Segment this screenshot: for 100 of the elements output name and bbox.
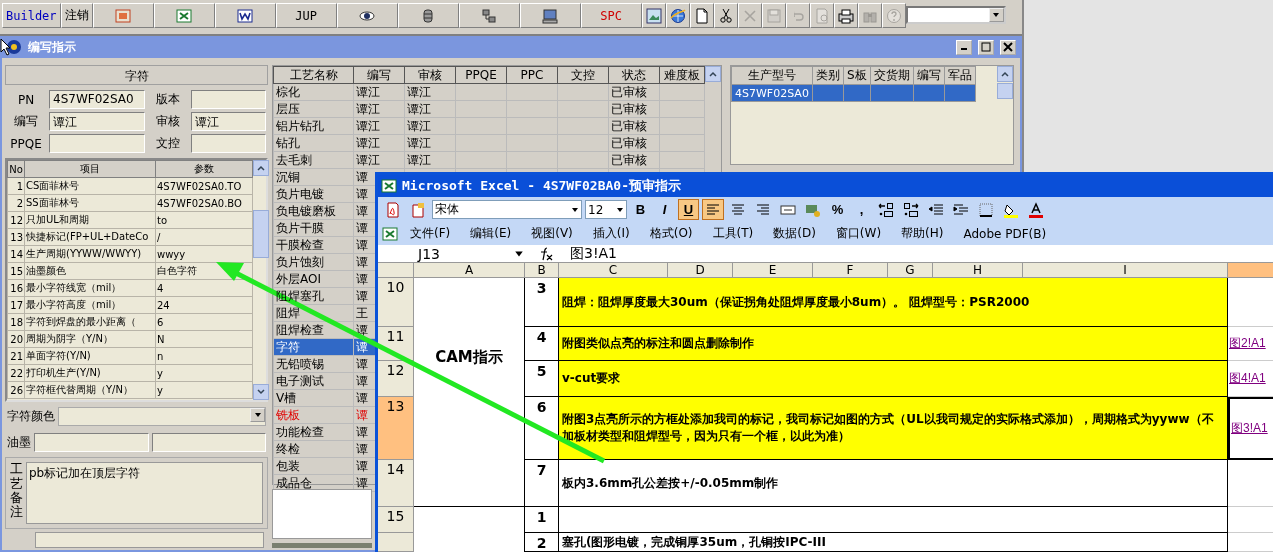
toolbar-dropdown[interactable] — [905, 6, 1006, 24]
toolbar-button[interactable]: JUP — [275, 3, 337, 28]
column-header[interactable]: PPQE — [455, 66, 507, 84]
column-header[interactable]: 编写 — [913, 66, 944, 85]
column-header[interactable]: No — [7, 160, 25, 178]
menu-item[interactable]: 格式(O) — [641, 225, 701, 242]
table-cell[interactable]: 负电镀磨板 — [273, 202, 354, 220]
menu-item[interactable]: 帮助(H) — [893, 225, 952, 242]
column-header[interactable]: B — [525, 263, 559, 278]
column-header[interactable]: 编写 — [353, 66, 405, 84]
text-field[interactable] — [151, 433, 266, 453]
column-header[interactable]: 参数 — [155, 160, 253, 178]
header-corner[interactable] — [378, 263, 414, 278]
window-button[interactable] — [956, 39, 972, 55]
text-area[interactable] — [35, 532, 264, 548]
column-header[interactable]: F — [813, 263, 888, 278]
table-cell[interactable]: 层压 — [273, 100, 354, 118]
table-cell[interactable]: 钻孔 — [273, 134, 354, 152]
column-header[interactable]: 军品 — [944, 66, 975, 85]
table-cell[interactable]: 包装 — [273, 457, 354, 475]
column-header[interactable]: E — [733, 263, 813, 278]
format-button[interactable]: , — [851, 199, 872, 220]
table-cell[interactable]: 功能检查 — [273, 423, 354, 441]
toolbar-button[interactable]: SPC — [580, 3, 642, 28]
scroll-up-button[interactable] — [705, 66, 721, 82]
table-cell[interactable]: 负片电镀 — [273, 185, 354, 203]
column-header[interactable]: 文控 — [557, 66, 609, 84]
column-header[interactable]: 交货期 — [870, 66, 913, 85]
table-cell[interactable]: 外层AOI — [273, 270, 354, 288]
menu-item[interactable]: 插入(I) — [584, 225, 638, 242]
text-field[interactable]: 谭江 — [191, 112, 266, 131]
font-dropdown[interactable]: 宋体 — [432, 200, 582, 219]
text-field[interactable] — [34, 433, 149, 453]
format-button[interactable]: % — [827, 199, 848, 220]
window-button[interactable] — [1000, 39, 1016, 55]
text-field[interactable] — [191, 134, 266, 153]
column-header[interactable]: 难度板 — [659, 66, 705, 84]
format-button[interactable]: U — [678, 199, 699, 220]
table-cell[interactable]: V槽 — [273, 389, 354, 407]
table-cell[interactable]: 负片干膜 — [273, 219, 354, 237]
table-cell[interactable]: 铝片钻孔 — [273, 117, 354, 135]
column-header[interactable]: D — [668, 263, 733, 278]
column-header[interactable]: A — [414, 263, 525, 278]
text-field[interactable]: 4S7WF02SA0 — [49, 90, 145, 109]
menu-item[interactable]: Adobe PDF(B) — [955, 226, 1055, 241]
table-cell[interactable]: 无铅喷锡 — [273, 355, 354, 373]
table-cell[interactable]: 电子测试 — [273, 372, 354, 390]
formula-field[interactable]: 图3!A1 — [564, 244, 617, 263]
font-size-dropdown[interactable]: 12 — [585, 200, 627, 219]
row-header[interactable]: 13 — [378, 397, 414, 460]
column-header[interactable]: 状态 — [608, 66, 660, 84]
column-header[interactable]: 审核 — [404, 66, 456, 84]
link[interactable]: 图4!A1 — [1228, 361, 1273, 397]
table-cell[interactable]: 终检 — [273, 440, 354, 458]
column-header[interactable]: 生产型号 — [731, 66, 813, 85]
font-size: 12 — [588, 202, 604, 217]
menu-item[interactable]: 数据(D) — [765, 225, 824, 242]
name-box[interactable]: J13 — [378, 244, 528, 263]
toolbar-button[interactable]: 注销 — [60, 3, 93, 28]
scrollbar-thumb[interactable] — [253, 210, 269, 258]
table-cell[interactable]: 负片蚀刻 — [273, 253, 354, 271]
column-header[interactable]: G — [888, 263, 933, 278]
table-cell[interactable]: 干膜检查 — [273, 236, 354, 254]
scroll-down-button[interactable] — [253, 384, 269, 401]
menu-item[interactable]: 视图(V) — [523, 225, 581, 242]
row-header[interactable]: 14 — [378, 460, 414, 507]
row-header[interactable] — [378, 533, 414, 552]
link[interactable]: 图2!A1 — [1228, 327, 1273, 361]
column-header[interactable]: 工艺名称 — [273, 66, 354, 84]
format-button[interactable]: B — [630, 199, 651, 220]
dropdown-field[interactable] — [58, 407, 266, 427]
text-field[interactable] — [191, 90, 266, 109]
scrollbar-thumb[interactable] — [997, 83, 1013, 99]
menu-item[interactable]: 工具(T) — [704, 225, 762, 242]
text-field[interactable]: 谭江 — [49, 112, 145, 131]
scroll-up-button[interactable] — [997, 66, 1013, 82]
column-header[interactable]: 项目 — [24, 160, 156, 178]
column-header[interactable]: C — [559, 263, 668, 278]
row-header[interactable]: 12 — [378, 361, 414, 397]
row-header[interactable]: 15 — [378, 507, 414, 533]
column-header[interactable]: PPC — [506, 66, 558, 84]
toolbar-button[interactable]: Builder — [2, 3, 61, 28]
text-area[interactable]: pb标记加在顶层字符 — [26, 462, 263, 525]
text-area[interactable] — [272, 489, 372, 539]
menu-item[interactable]: 窗口(W) — [827, 225, 890, 242]
table-cell[interactable]: 沉铜 — [273, 168, 354, 186]
text-field[interactable] — [49, 134, 145, 153]
link[interactable]: 图3!A1 — [1228, 397, 1273, 460]
format-button[interactable]: I — [654, 199, 675, 220]
column-header[interactable]: I — [1023, 263, 1228, 278]
menu-item[interactable]: 文件(F) — [402, 225, 459, 242]
table-cell[interactable]: 棕化 — [273, 83, 354, 101]
column-header[interactable]: H — [933, 263, 1023, 278]
row-header[interactable]: 10 — [378, 278, 414, 327]
column-header[interactable]: 类别 — [812, 66, 844, 85]
menu-item[interactable]: 编辑(E) — [462, 225, 520, 242]
table-cell[interactable]: 去毛刺 — [273, 151, 354, 169]
table-row[interactable]: 4S7WF02SA0 — [731, 84, 975, 102]
scroll-up-button[interactable] — [253, 160, 269, 176]
column-header[interactable]: S板 — [843, 66, 870, 85]
